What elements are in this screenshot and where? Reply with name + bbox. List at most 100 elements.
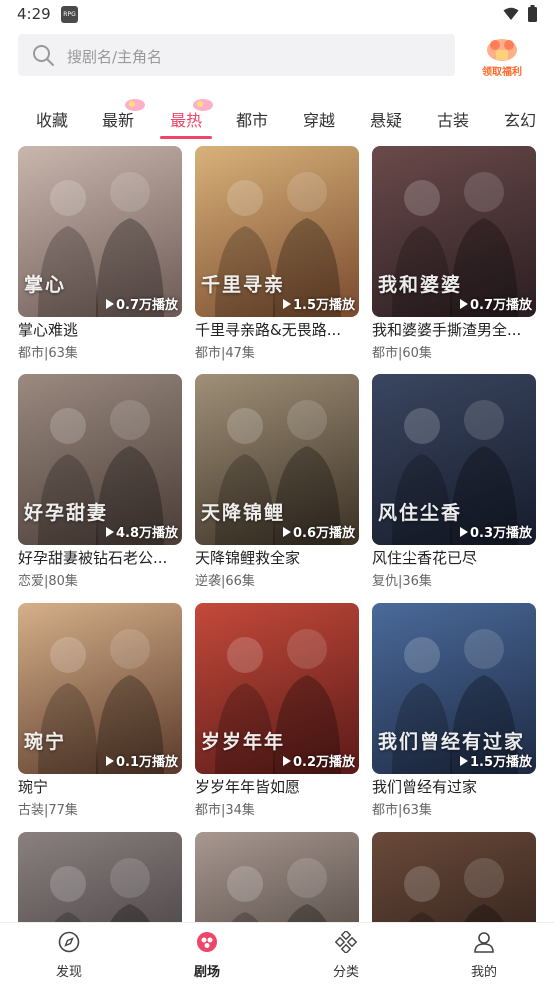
drama-title: 风住尘香花已尽 <box>372 549 478 567</box>
play-icon <box>105 755 114 766</box>
play-count-text: 0.3万播放 <box>469 526 532 541</box>
play-icon <box>105 526 114 537</box>
drama-poster: 天降锦鲤 0.6万播放 <box>195 374 359 545</box>
theater-icon <box>197 932 217 952</box>
drama-poster: 千里寻亲 1.5万播放 <box>195 146 359 317</box>
play-count-text: 0.6万播放 <box>292 526 355 541</box>
search-input[interactable]: 搜剧名/主角名 <box>18 34 455 76</box>
play-count: 0.1万播放 <box>105 751 178 770</box>
profile-icon <box>474 932 494 953</box>
play-count: 1.5万播放 <box>459 751 532 770</box>
nav-profile-label: 我的 <box>470 965 497 980</box>
play-count: 0.3万播放 <box>459 522 532 541</box>
drama-meta: 都市|60集 <box>372 346 432 361</box>
play-count-text: 4.8万播放 <box>115 526 178 541</box>
play-count: 0.6万播放 <box>282 522 355 541</box>
gift-icon <box>487 39 517 61</box>
drama-title: 我和婆婆手撕渣男全... <box>372 321 522 339</box>
play-count-text: 0.7万播放 <box>469 298 532 313</box>
play-count: 0.7万播放 <box>459 294 532 313</box>
search-icon <box>33 45 54 66</box>
play-icon <box>282 298 291 309</box>
drama-meta: 古装|77集 <box>18 803 78 818</box>
drama-title: 千里寻亲路&无畏路... <box>195 321 342 339</box>
drama-poster: 好孕甜妻 4.8万播放 <box>18 374 182 545</box>
category-tabs: 收藏 最新 最热 都市 穿越 悬疑 古装 玄幻 <box>0 96 554 140</box>
tab-mystery[interactable]: 悬疑 <box>358 107 414 131</box>
nav-discover-label: 发现 <box>55 965 82 980</box>
poster-title-art: 掌心 <box>24 274 67 296</box>
hot-badge-icon <box>125 99 145 111</box>
drama-title: 天降锦鲤救全家 <box>195 549 301 567</box>
notification-app-icon: RPG <box>61 6 78 23</box>
drama-meta: 恋爱|80集 <box>18 574 78 589</box>
play-icon <box>459 526 468 537</box>
drama-poster: 风住尘香 0.3万播放 <box>372 374 536 545</box>
nav-profile[interactable]: 我的 <box>449 923 519 986</box>
play-icon <box>459 298 468 309</box>
play-icon <box>282 755 291 766</box>
drama-title: 好孕甜妻被钻石老公... <box>18 549 168 567</box>
play-count: 0.2万播放 <box>282 751 355 770</box>
play-icon <box>105 298 114 309</box>
battery-icon <box>528 5 537 22</box>
play-count: 1.5万播放 <box>282 294 355 313</box>
drama-title: 琬宁 <box>18 778 49 796</box>
poster-title-art: 千里寻亲 <box>201 274 286 296</box>
play-count-text: 1.5万播放 <box>469 755 532 770</box>
nav-discover[interactable]: 发现 <box>34 923 104 986</box>
play-icon <box>282 526 291 537</box>
drama-poster: 岁岁年年 0.2万播放 <box>195 603 359 774</box>
poster-title-art: 岁岁年年 <box>201 731 286 753</box>
bottom-navigation: 发现 剧场 分类 我的 <box>0 922 554 986</box>
welfare-button[interactable]: 领取福利 <box>476 36 528 78</box>
active-tab-indicator <box>160 136 212 139</box>
poster-title-art: 我和婆婆 <box>378 274 463 296</box>
tab-urban[interactable]: 都市 <box>224 107 280 131</box>
drama-poster: 掌心 0.7万播放 <box>18 146 182 317</box>
category-icon <box>335 931 357 953</box>
drama-meta: 逆袭|66集 <box>195 574 255 589</box>
drama-poster: 我和婆婆 0.7万播放 <box>372 146 536 317</box>
welfare-label: 领取福利 <box>482 67 522 78</box>
tab-favorites[interactable]: 收藏 <box>24 107 80 131</box>
poster-title-art: 我们曾经有过家 <box>378 731 526 753</box>
poster-title-art: 琬宁 <box>24 731 67 753</box>
play-count: 0.7万播放 <box>105 294 178 313</box>
poster-title-art: 好孕甜妻 <box>24 502 109 524</box>
play-count-text: 0.7万播放 <box>115 298 178 313</box>
tab-hottest[interactable]: 最热 <box>158 99 214 131</box>
play-count: 4.8万播放 <box>105 522 178 541</box>
drama-meta: 都市|63集 <box>372 803 432 818</box>
play-count-text: 1.5万播放 <box>292 298 355 313</box>
drama-meta: 都市|47集 <box>195 346 255 361</box>
drama-meta: 都市|63集 <box>18 346 78 361</box>
poster-title-art: 风住尘香 <box>378 502 463 524</box>
hot-badge-icon <box>193 99 213 111</box>
nav-category-label: 分类 <box>332 965 359 980</box>
search-placeholder: 搜剧名/主角名 <box>67 48 163 66</box>
tab-fantasy[interactable]: 玄幻 <box>492 107 548 131</box>
drama-poster: 琬宁 0.1万播放 <box>18 603 182 774</box>
play-count-text: 0.1万播放 <box>115 755 178 770</box>
status-time: 4:29 <box>17 5 51 23</box>
nav-theater-label: 剧场 <box>193 965 220 980</box>
drama-meta: 都市|34集 <box>195 803 255 818</box>
tab-latest[interactable]: 最新 <box>90 99 146 131</box>
nav-theater[interactable]: 剧场 <box>172 923 242 986</box>
tab-time-travel[interactable]: 穿越 <box>291 107 347 131</box>
drama-meta: 复仇|36集 <box>372 574 432 589</box>
drama-title: 掌心难逃 <box>18 321 79 339</box>
compass-icon <box>58 931 80 953</box>
tab-latest-label: 最新 <box>101 111 134 130</box>
status-bar: 4:29 RPG <box>0 0 554 30</box>
tab-hottest-label: 最热 <box>169 111 202 130</box>
drama-title: 岁岁年年皆如愿 <box>195 778 301 796</box>
tab-costume[interactable]: 古装 <box>425 107 481 131</box>
wifi-icon <box>503 7 519 20</box>
poster-title-art: 天降锦鲤 <box>201 502 286 524</box>
drama-title: 我们曾经有过家 <box>372 778 478 796</box>
drama-poster: 我们曾经有过家 1.5万播放 <box>372 603 536 774</box>
nav-category[interactable]: 分类 <box>311 923 381 986</box>
play-count-text: 0.2万播放 <box>292 755 355 770</box>
